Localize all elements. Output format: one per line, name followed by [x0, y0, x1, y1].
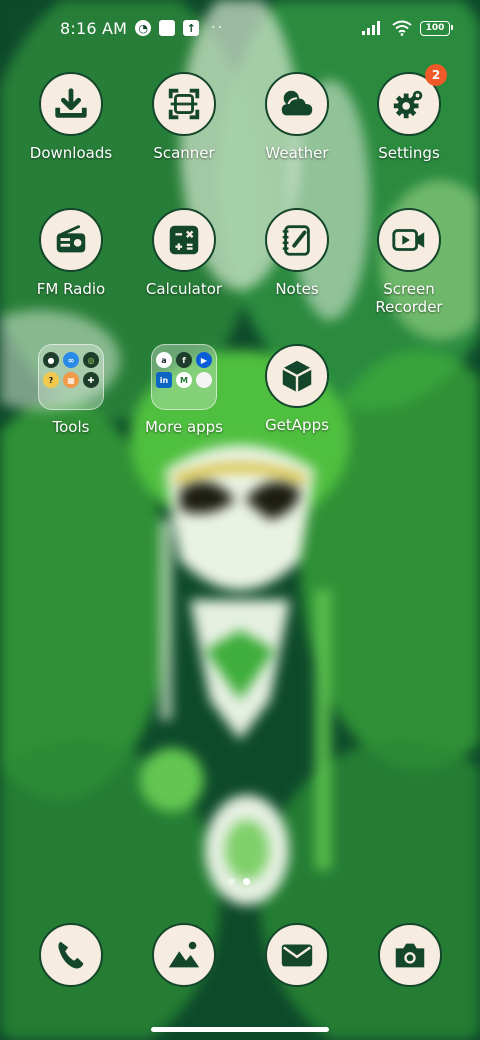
mi-icon: M: [176, 372, 192, 388]
app-label: Screen Recorder: [375, 280, 443, 316]
signal-icon: [362, 21, 380, 35]
app-label: Tools: [52, 418, 90, 436]
download-icon: [39, 72, 103, 136]
app-scanner[interactable]: Scanner: [128, 72, 240, 162]
app-calculator[interactable]: Calculator: [128, 208, 240, 298]
more-dots-icon: ··: [211, 20, 225, 36]
app-label: Calculator: [145, 280, 223, 298]
app-label: Settings: [378, 144, 440, 162]
app-label: Weather: [265, 144, 329, 162]
mic-icon: ●: [43, 352, 59, 368]
calculator-icon: [152, 208, 216, 272]
app-label: Scanner: [153, 144, 215, 162]
grid-icon: ▦: [63, 372, 79, 388]
linkedin-icon: in: [156, 372, 172, 388]
upload-notification-icon: ↑: [183, 20, 200, 36]
folder-icon: ● ∞ ◎ ? ▦ ✚: [38, 344, 104, 410]
dock-gallery[interactable]: [151, 923, 217, 989]
square-notification-icon: [159, 20, 176, 36]
home-gesture-bar[interactable]: [151, 1027, 329, 1032]
status-bar: 8:16 AM ◔ ↑ ·· 100: [0, 0, 480, 56]
wifi-icon: [392, 20, 412, 36]
blank-app-icon: [196, 372, 212, 388]
infinity-icon: ∞: [63, 352, 79, 368]
notepad-icon: [265, 208, 329, 272]
app-weather[interactable]: Weather: [241, 72, 353, 162]
plus-icon: ✚: [83, 372, 99, 388]
ring-status-icon: ◔: [135, 20, 152, 36]
box-icon: [265, 344, 329, 408]
app-downloads[interactable]: Downloads: [15, 72, 127, 162]
clock: 8:16 AM: [60, 18, 128, 38]
app-screen-recorder[interactable]: Screen Recorder: [353, 208, 465, 316]
cloud-icon: [265, 72, 329, 136]
video-camera-icon: [377, 208, 441, 272]
notification-badge: 2: [425, 64, 447, 86]
prime-icon: ▶: [196, 352, 212, 368]
folder-more-apps[interactable]: a f ▶ in M More apps: [128, 344, 240, 436]
phone-icon: [39, 923, 103, 987]
dock-camera[interactable]: [377, 923, 443, 989]
help-icon: ?: [43, 372, 59, 388]
battery-icon: 100: [420, 20, 453, 36]
radio-icon: [39, 208, 103, 272]
folder-icon: a f ▶ in M: [151, 344, 217, 410]
dock-phone[interactable]: [38, 923, 104, 989]
facebook-icon: f: [176, 352, 192, 368]
camera-icon: [378, 923, 442, 987]
compass-icon: ◎: [83, 352, 99, 368]
page-dot-2-active[interactable]: [243, 878, 250, 885]
app-label: Downloads: [29, 144, 113, 162]
app-settings[interactable]: 2 Settings: [353, 64, 465, 162]
mail-icon: [265, 923, 329, 987]
status-left: 8:16 AM ◔ ↑ ··: [60, 19, 224, 38]
page-dot-1[interactable]: [228, 878, 235, 885]
app-label: More apps: [144, 418, 223, 436]
app-notes[interactable]: Notes: [241, 208, 353, 298]
app-fm-radio[interactable]: FM Radio: [15, 208, 127, 298]
gallery-icon: [152, 923, 216, 987]
folder-tools[interactable]: ● ∞ ◎ ? ▦ ✚ Tools: [15, 344, 127, 436]
app-label: FM Radio: [36, 280, 106, 298]
status-right: 100: [362, 20, 453, 36]
amazon-icon: a: [156, 352, 172, 368]
app-getapps[interactable]: GetApps: [241, 344, 353, 434]
dock-mail[interactable]: [264, 923, 330, 989]
app-label: Notes: [275, 280, 319, 298]
gear-icon: 2: [377, 64, 447, 136]
scan-frame-icon: [152, 72, 216, 136]
page-indicator[interactable]: [228, 878, 250, 885]
app-label: GetApps: [265, 416, 329, 434]
